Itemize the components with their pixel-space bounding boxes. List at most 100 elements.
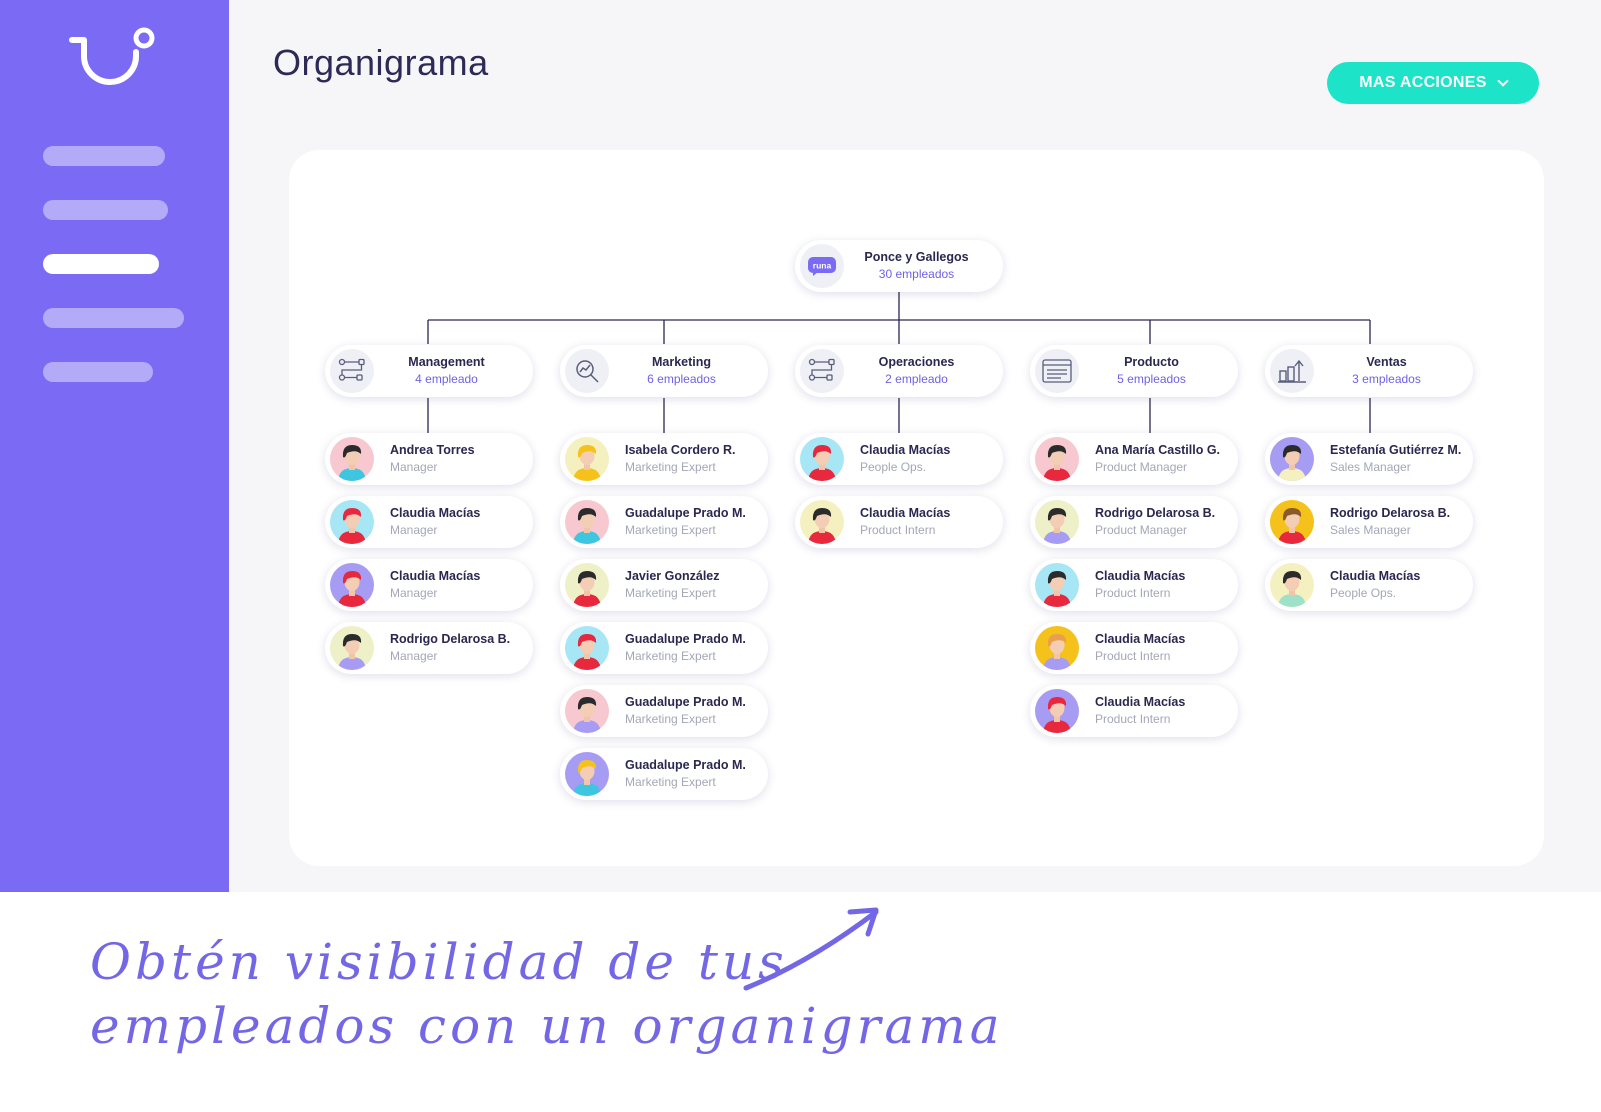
avatar xyxy=(565,437,609,481)
employee-name: Claudia Macías xyxy=(1095,695,1186,709)
avatar xyxy=(565,689,609,733)
employee-node[interactable]: Ana María Castillo G. Product Manager xyxy=(1030,433,1238,485)
company-logo-text: runa xyxy=(813,261,832,271)
avatar xyxy=(565,500,609,544)
employee-node[interactable]: Claudia Macías Product Intern xyxy=(1030,559,1238,611)
employee-node[interactable]: Isabela Cordero R. Marketing Expert xyxy=(560,433,768,485)
employee-text: Claudia Macías People Ops. xyxy=(844,442,1003,476)
employee-text: Guadalupe Prado M. Marketing Expert xyxy=(609,505,768,539)
caption-line-2: empleados con un organigrama xyxy=(90,997,1004,1055)
employee-text: Claudia Macías Product Intern xyxy=(1079,568,1238,602)
employee-role: People Ops. xyxy=(1330,586,1397,600)
employee-name: Javier González xyxy=(625,569,720,583)
avatar xyxy=(565,563,609,607)
avatar xyxy=(330,563,374,607)
employee-name: Rodrigo Delarosa B. xyxy=(1095,506,1216,520)
avatar xyxy=(800,437,844,481)
employee-text: Rodrigo Delarosa B. Product Manager xyxy=(1079,505,1238,539)
department-node[interactable]: Operaciones 2 empleado xyxy=(795,345,1003,397)
department-text: Marketing 6 empleados xyxy=(609,354,768,388)
employee-name: Claudia Macías xyxy=(1095,632,1186,646)
employee-node[interactable]: Guadalupe Prado M. Marketing Expert xyxy=(560,622,768,674)
employee-node[interactable]: Andrea Torres Manager xyxy=(325,433,533,485)
employee-role: Product Manager xyxy=(1095,460,1188,474)
employee-node[interactable]: Rodrigo Delarosa B. Manager xyxy=(325,622,533,674)
employee-text: Claudia Macías Manager xyxy=(374,568,533,602)
employee-node[interactable]: Javier González Marketing Expert xyxy=(560,559,768,611)
avatar xyxy=(565,752,609,796)
employee-name: Rodrigo Delarosa B. xyxy=(1330,506,1451,520)
employee-name: Guadalupe Prado M. xyxy=(625,695,746,709)
employee-text: Rodrigo Delarosa B. Sales Manager xyxy=(1314,505,1473,539)
department-count: 3 empleados xyxy=(1352,372,1421,386)
flow-icon xyxy=(800,349,844,393)
caption: Obtén visibilidad de tus empleados con u… xyxy=(90,930,1004,1058)
employee-text: Rodrigo Delarosa B. Manager xyxy=(374,631,533,665)
employee-text: Guadalupe Prado M. Marketing Expert xyxy=(609,694,768,728)
employee-name: Claudia Macías xyxy=(1095,569,1186,583)
sales-chart-icon xyxy=(1270,349,1314,393)
employee-text: Ana María Castillo G. Product Manager xyxy=(1079,442,1238,476)
employee-node[interactable]: Claudia Macías Manager xyxy=(325,496,533,548)
employee-role: People Ops. xyxy=(860,460,927,474)
app-root: Organigrama MAS ACCIONES runa Ponce y Ga… xyxy=(0,0,1601,1112)
employee-node[interactable]: Claudia Macías People Ops. xyxy=(795,433,1003,485)
employee-text: Claudia Macías Product Intern xyxy=(1079,694,1238,728)
employee-node[interactable]: Rodrigo Delarosa B. Product Manager xyxy=(1030,496,1238,548)
employee-node[interactable]: Guadalupe Prado M. Marketing Expert xyxy=(560,496,768,548)
department-count: 4 empleado xyxy=(415,372,478,386)
avatar xyxy=(800,500,844,544)
employee-text: Guadalupe Prado M. Marketing Expert xyxy=(609,631,768,665)
employee-text: Andrea Torres Manager xyxy=(374,442,533,476)
avatar xyxy=(1035,689,1079,733)
caption-line-1: Obtén visibilidad de tus xyxy=(90,933,788,991)
org-root-node[interactable]: runa Ponce y Gallegos 30 empleados xyxy=(795,240,1003,292)
avatar xyxy=(1270,563,1314,607)
department-count: 2 empleado xyxy=(885,372,948,386)
employee-role: Marketing Expert xyxy=(625,586,716,600)
employee-role: Marketing Expert xyxy=(625,649,716,663)
department-count: 6 empleados xyxy=(647,372,716,386)
employee-node[interactable]: Claudia Macías Product Intern xyxy=(1030,622,1238,674)
employee-name: Guadalupe Prado M. xyxy=(625,632,746,646)
employee-node[interactable]: Claudia Macías Product Intern xyxy=(795,496,1003,548)
employee-text: Claudia Macías Product Intern xyxy=(844,505,1003,539)
employee-text: Claudia Macías People Ops. xyxy=(1314,568,1473,602)
employee-node[interactable]: Guadalupe Prado M. Marketing Expert xyxy=(560,685,768,737)
employee-node[interactable]: Guadalupe Prado M. Marketing Expert xyxy=(560,748,768,800)
avatar xyxy=(565,626,609,670)
employee-role: Product Intern xyxy=(1095,712,1171,726)
employee-node[interactable]: Estefanía Gutiérrez M. Sales Manager xyxy=(1265,433,1473,485)
avatar xyxy=(330,437,374,481)
department-text: Management 4 empleado xyxy=(374,354,533,388)
employee-node[interactable]: Rodrigo Delarosa B. Sales Manager xyxy=(1265,496,1473,548)
employee-name: Claudia Macías xyxy=(1330,569,1421,583)
department-node[interactable]: Marketing 6 empleados xyxy=(560,345,768,397)
employee-name: Estefanía Gutiérrez M. xyxy=(1330,443,1462,457)
employee-role: Product Intern xyxy=(860,523,936,537)
employee-text: Claudia Macías Manager xyxy=(374,505,533,539)
employee-text: Estefanía Gutiérrez M. Sales Manager xyxy=(1314,442,1473,476)
department-name: Ventas xyxy=(1366,355,1407,369)
department-node[interactable]: Ventas 3 empleados xyxy=(1265,345,1473,397)
employee-name: Claudia Macías xyxy=(390,569,481,583)
employee-role: Manager xyxy=(390,649,438,663)
employee-name: Andrea Torres xyxy=(390,443,475,457)
avatar xyxy=(1270,500,1314,544)
employee-node[interactable]: Claudia Macías People Ops. xyxy=(1265,559,1473,611)
employee-node[interactable]: Claudia Macías Manager xyxy=(325,559,533,611)
employee-role: Sales Manager xyxy=(1330,523,1411,537)
analytics-icon xyxy=(565,349,609,393)
department-node[interactable]: Management 4 empleado xyxy=(325,345,533,397)
employee-text: Javier González Marketing Expert xyxy=(609,568,768,602)
employee-role: Manager xyxy=(390,586,438,600)
employee-name: Claudia Macías xyxy=(860,443,951,457)
employee-role: Marketing Expert xyxy=(625,460,716,474)
employee-node[interactable]: Claudia Macías Product Intern xyxy=(1030,685,1238,737)
employee-name: Rodrigo Delarosa B. xyxy=(390,632,511,646)
avatar xyxy=(1035,626,1079,670)
department-node[interactable]: Producto 5 empleados xyxy=(1030,345,1238,397)
employee-text: Guadalupe Prado M. Marketing Expert xyxy=(609,757,768,791)
avatar xyxy=(1035,563,1079,607)
employee-role: Marketing Expert xyxy=(625,775,716,789)
